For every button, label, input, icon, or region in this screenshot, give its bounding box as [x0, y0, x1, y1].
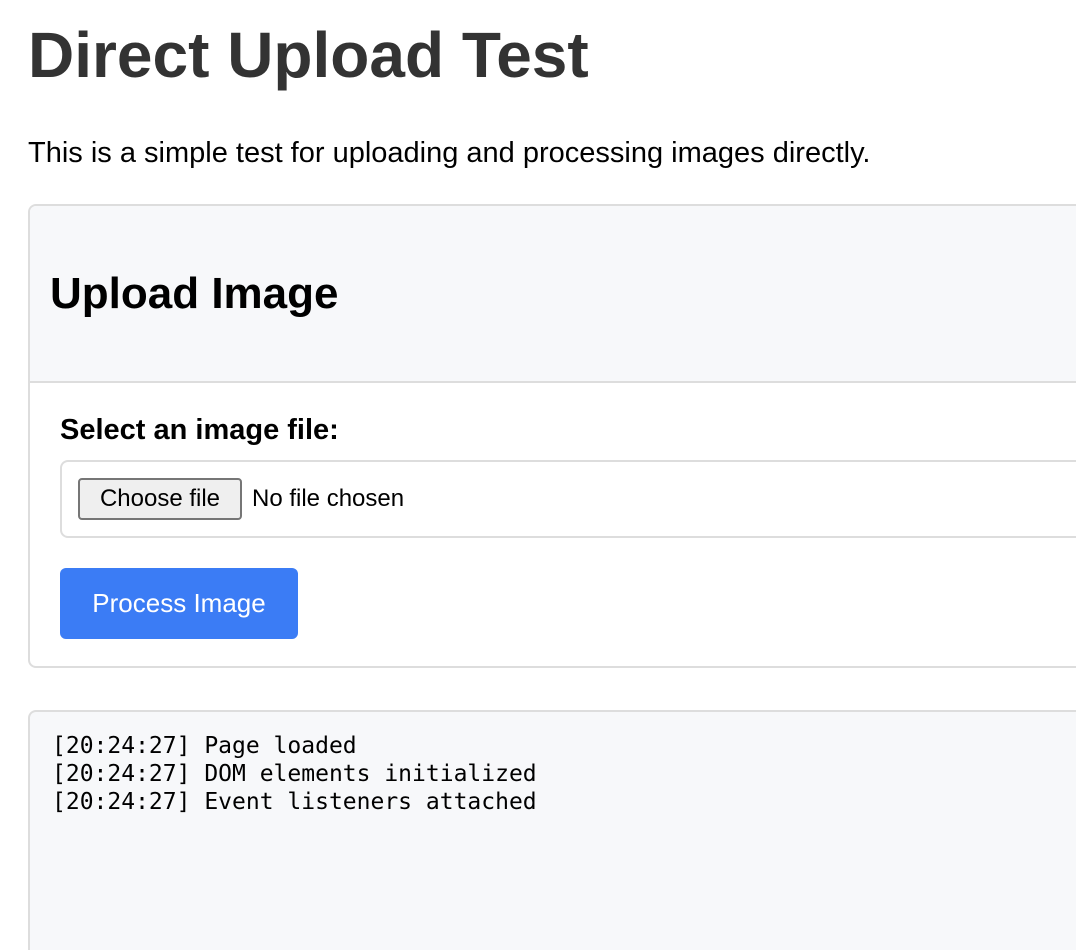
intro-text: This is a simple test for uploading and …: [28, 137, 871, 169]
file-status-text: No file chosen: [252, 485, 405, 512]
file-input-label: Select an image file:: [60, 414, 339, 446]
choose-file-button[interactable]: Choose file: [78, 478, 242, 520]
log-panel: [20:24:27] Page loaded [20:24:27] DOM el…: [28, 710, 1076, 950]
file-input[interactable]: Choose file No file chosen: [60, 460, 1076, 538]
log-line: [20:24:27] Page loaded: [52, 733, 357, 759]
log-line: [20:24:27] Event listeners attached: [52, 789, 537, 815]
log-lines: [20:24:27] Page loaded [20:24:27] DOM el…: [52, 732, 537, 816]
process-image-button[interactable]: Process Image: [60, 568, 298, 639]
page-title: Direct Upload Test: [28, 19, 589, 91]
log-line: [20:24:27] DOM elements initialized: [52, 761, 537, 787]
upload-card: Upload Image Select an image file: Choos…: [28, 204, 1076, 668]
upload-card-title: Upload Image: [50, 269, 339, 318]
upload-card-header: Upload Image: [30, 206, 1076, 383]
